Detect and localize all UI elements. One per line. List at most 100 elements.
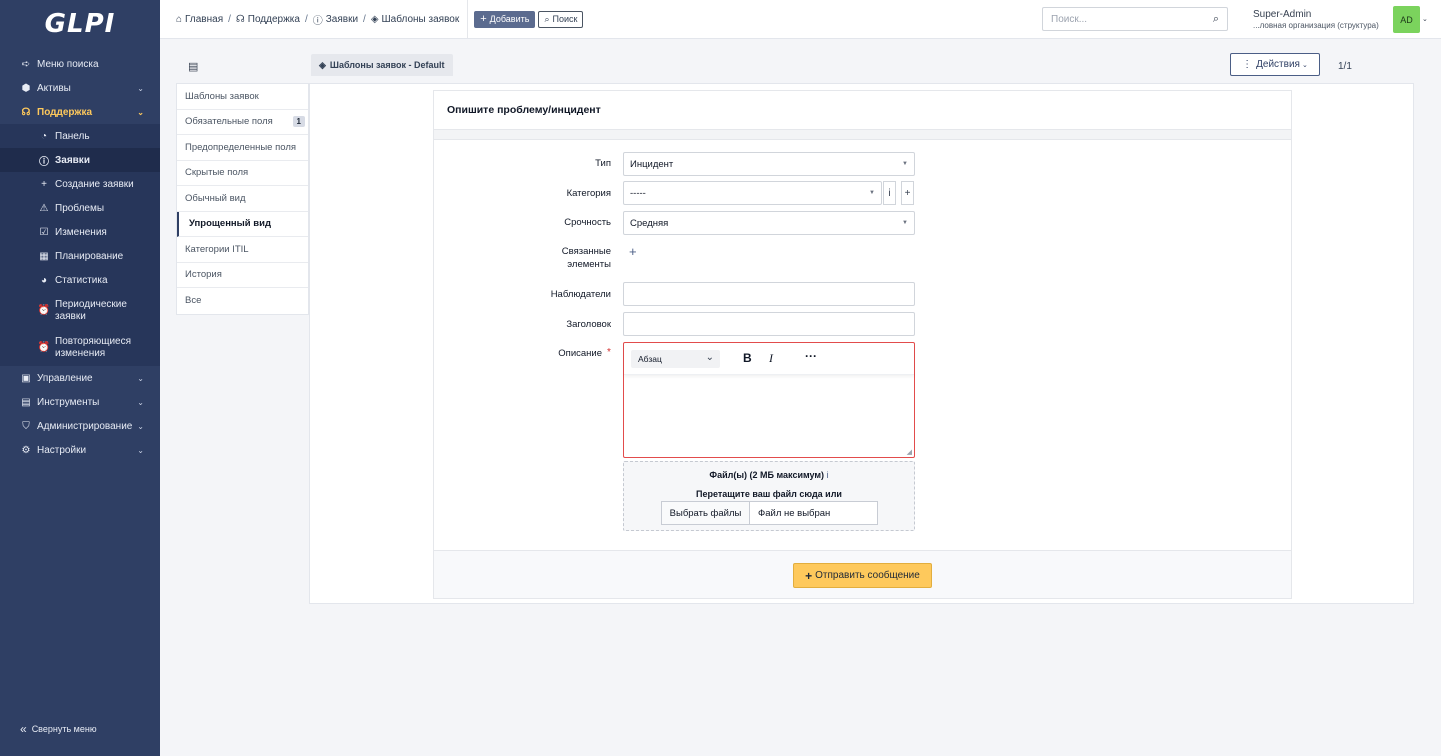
- tab-standard-view[interactable]: Обычный вид: [177, 186, 308, 212]
- add-button[interactable]: + Добавить: [474, 10, 536, 28]
- breadcrumb-templates[interactable]: Шаблоны заявок: [382, 14, 460, 25]
- paragraph-format-select[interactable]: Абзац ⌄: [631, 350, 720, 368]
- tab-itil-categories[interactable]: Категории ITIL: [177, 237, 308, 263]
- sidebar-item-search-menu[interactable]: ➪ Меню поиска: [0, 52, 160, 76]
- search-icon: ⌕: [544, 13, 550, 24]
- search-button[interactable]: ⌕ Поиск: [538, 10, 584, 28]
- gear-icon: ⚙: [21, 444, 31, 456]
- tab-hidden-fields[interactable]: Скрытые поля: [177, 161, 308, 186]
- tab-templates[interactable]: Шаблоны заявок: [177, 84, 308, 110]
- sidebar-item-management[interactable]: ▣ Управление ⌄: [0, 366, 160, 390]
- info-icon[interactable]: i: [827, 470, 829, 480]
- italic-button[interactable]: I: [769, 351, 773, 366]
- alarm-icon: ⏰: [37, 304, 51, 316]
- tabs-list: Шаблоны заявок Обязательные поля 1 Предоп…: [176, 83, 309, 315]
- chevron-down-icon: ⌄: [1301, 61, 1308, 69]
- sidebar-item-recurrent-changes[interactable]: ⏰ Повторяющиеся изменения: [0, 329, 160, 366]
- category-label: Категория: [566, 188, 611, 199]
- headset-icon: ☊: [235, 13, 245, 25]
- sidebar-item-recurrent-tickets[interactable]: ⏰ Периодические заявки: [0, 292, 160, 329]
- home-icon: ⌂: [176, 13, 183, 25]
- tab-simplified-view[interactable]: Упрощенный вид: [177, 211, 308, 237]
- alert-circle-icon: ⓘ: [312, 15, 323, 27]
- choose-files-button[interactable]: Выбрать файлы: [661, 501, 750, 525]
- title-input[interactable]: [623, 312, 915, 336]
- observers-label: Наблюдатели: [550, 289, 611, 300]
- add-linked-item-button[interactable]: +: [629, 244, 637, 259]
- add-category-button[interactable]: +: [901, 181, 914, 205]
- sidebar-item-planning[interactable]: ▦ Планирование: [0, 244, 160, 268]
- sidebar-item-dashboard[interactable]: ◔ Панель: [0, 124, 160, 148]
- wallet-icon: ▣: [21, 372, 31, 384]
- chevron-down-icon: ⌄: [137, 107, 144, 117]
- sidebar-item-tools[interactable]: ▤ Инструменты ⌄: [0, 390, 160, 414]
- tab-mandatory-fields[interactable]: Обязательные поля 1: [177, 110, 308, 135]
- breadcrumb: ⌂ Главная / ☊ Поддержка / ⓘ Заявки / ◈ Шабло…: [160, 0, 469, 38]
- category-select[interactable]: ----- ▼: [623, 181, 882, 205]
- glpi-logo[interactable]: GLPI: [0, 0, 160, 48]
- toggle-tabs-icon[interactable]: ▤: [188, 60, 198, 73]
- tab-all[interactable]: Все: [177, 288, 308, 314]
- bold-button[interactable]: B: [743, 351, 752, 365]
- alarm-icon: ⏰: [37, 341, 51, 353]
- collapse-menu-button[interactable]: «Свернуть меню: [20, 722, 97, 736]
- dashboard-icon: ◔: [40, 130, 48, 142]
- caret-down-icon: ▼: [902, 220, 908, 226]
- tab-predefined-fields[interactable]: Предопределенные поля: [177, 135, 308, 161]
- type-select[interactable]: Инцидент ▼: [623, 152, 915, 176]
- clipboard-check-icon: ☑: [39, 226, 49, 238]
- tab-history[interactable]: История: [177, 263, 308, 288]
- global-search-input[interactable]: Поиск... ⌕: [1042, 7, 1228, 31]
- description-label: Описание: [558, 348, 602, 359]
- sidebar-item-support[interactable]: ☊ Поддержка ⌄: [0, 100, 160, 124]
- observers-input[interactable]: [623, 282, 915, 306]
- required-asterisk: *: [607, 347, 611, 358]
- breadcrumb-support[interactable]: Поддержка: [248, 14, 300, 25]
- calendar-icon: ▦: [39, 250, 49, 262]
- breadcrumb-tickets[interactable]: Заявки: [326, 14, 358, 25]
- sidebar-item-problems[interactable]: ⚠ Проблемы: [0, 196, 160, 220]
- layers-icon: ◈: [370, 13, 379, 25]
- avatar[interactable]: AD: [1393, 6, 1420, 33]
- plus-icon: +: [41, 178, 47, 190]
- chevron-down-icon: ⌄: [137, 373, 144, 383]
- type-label: Тип: [595, 158, 611, 169]
- resize-handle-icon[interactable]: ◢: [907, 448, 912, 456]
- file-dropzone[interactable]: Файл(ы) (2 МБ максимум) i Перетащите ваш…: [623, 461, 915, 531]
- selected-file-name: Файл не выбран: [750, 501, 878, 525]
- chevron-down-icon: ⌄: [137, 83, 144, 93]
- sidebar: GLPI ➪ Меню поиска ⬢ Активы ⌄ ☊ Поддержка ⌄ ◔…: [0, 0, 160, 756]
- sidebar-item-administration[interactable]: ⛉ Администрирование ⌄: [0, 414, 160, 438]
- linked-items-label: Связанные элементы: [561, 246, 611, 270]
- breadcrumb-home[interactable]: Главная: [185, 14, 223, 25]
- plus-icon: +: [904, 187, 911, 199]
- submit-button[interactable]: + Отправить сообщение: [793, 563, 932, 588]
- sidebar-item-statistics[interactable]: ◕ Статистика: [0, 268, 160, 292]
- sidebar-item-tickets[interactable]: ⓘ Заявки: [0, 148, 160, 172]
- main-panel: Опишите проблему/инцидент Тип Инцидент ▼ …: [309, 83, 1414, 604]
- chevron-down-icon[interactable]: ⌄: [1422, 15, 1428, 23]
- more-options-icon[interactable]: ···: [805, 349, 817, 363]
- sidebar-item-changes[interactable]: ☑ Изменения: [0, 220, 160, 244]
- chevron-down-icon: ⌄: [705, 352, 714, 363]
- briefcase-icon: ▤: [21, 396, 31, 408]
- description-editor[interactable]: Абзац ⌄ B I ··· ◢: [623, 342, 915, 458]
- sidebar-item-assets[interactable]: ⬢ Активы ⌄: [0, 76, 160, 100]
- support-submenu: ◔ Панель ⓘ Заявки + Создание заявки ⚠ Пробле…: [0, 124, 160, 366]
- headset-icon: ☊: [21, 106, 31, 118]
- chevron-down-icon: ⌄: [137, 397, 144, 407]
- caret-down-icon: ▼: [869, 190, 875, 196]
- sidebar-item-settings[interactable]: ⚙ Настройки ⌄: [0, 438, 160, 462]
- actions-button[interactable]: ⋮ Действия ⌄: [1230, 53, 1320, 76]
- sidebar-item-create-ticket[interactable]: + Создание заявки: [0, 172, 160, 196]
- page-tab: ◈ Шаблоны заявок - Default: [311, 54, 453, 76]
- urgency-select[interactable]: Средняя ▼: [623, 211, 915, 235]
- chevron-down-icon: ⌄: [137, 445, 144, 455]
- pager: 1/1: [1338, 61, 1352, 72]
- caret-down-icon: ▼: [902, 161, 908, 167]
- info-icon[interactable]: i: [883, 181, 896, 205]
- user-menu[interactable]: Super-Admin ...ловная организация (струк…: [1253, 9, 1379, 31]
- shield-icon: ⛉: [22, 420, 30, 432]
- pie-chart-icon: ◕: [40, 274, 48, 286]
- top-bar: ⌂ Главная / ☊ Поддержка / ⓘ Заявки / ◈ Шабло…: [160, 0, 1441, 39]
